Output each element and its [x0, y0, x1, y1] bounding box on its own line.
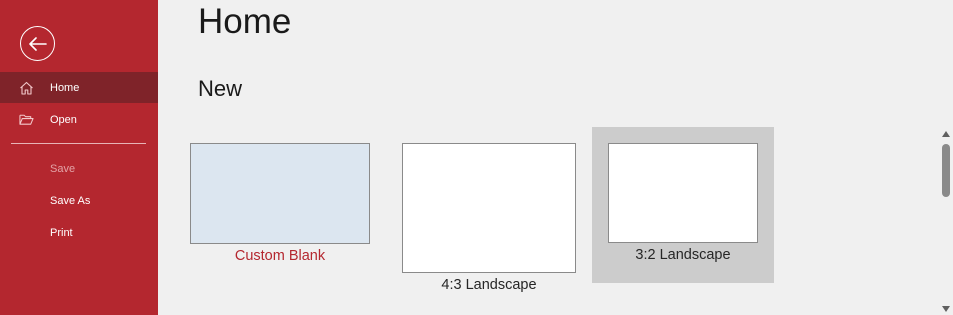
sidebar-item-print[interactable]: Print	[0, 217, 158, 248]
template-thumbnail	[190, 143, 370, 244]
scroll-down-arrow-icon[interactable]	[942, 306, 950, 312]
sidebar-item-save: Save	[0, 153, 158, 184]
folder-open-icon	[19, 112, 34, 127]
scrollbar-thumb[interactable]	[942, 144, 950, 197]
sidebar-divider	[11, 143, 146, 144]
sidebar-item-home[interactable]: Home	[0, 72, 158, 103]
sidebar-item-label: Open	[50, 113, 77, 126]
backstage-sidebar: Home Open Save Save As Print	[0, 0, 158, 315]
sidebar-item-open[interactable]: Open	[0, 104, 158, 135]
template-label: 3:2 Landscape	[635, 247, 731, 263]
sidebar-item-label: Save	[50, 162, 76, 175]
template-thumbnail	[608, 143, 758, 243]
template-thumbnail	[402, 143, 576, 273]
section-title-new: New	[198, 76, 243, 101]
sidebar-item-save-as[interactable]: Save As	[0, 185, 158, 216]
template-custom-blank[interactable]: Custom Blank	[190, 143, 370, 268]
sidebar-item-label: Home	[50, 81, 80, 94]
back-button[interactable]	[20, 26, 55, 61]
template-label: 4:3 Landscape	[441, 277, 537, 293]
sidebar-item-label: Print	[50, 226, 73, 239]
template-label: Custom Blank	[234, 248, 326, 264]
template-3-2-landscape[interactable]: 3:2 Landscape	[592, 127, 774, 283]
page-title: Home	[198, 2, 292, 41]
home-icon	[19, 80, 34, 95]
vertical-scrollbar[interactable]	[939, 127, 953, 315]
sidebar-item-label: Save As	[50, 194, 91, 207]
back-arrow-icon	[28, 36, 47, 51]
scroll-up-arrow-icon[interactable]	[942, 131, 950, 137]
main-content: Home New Custom Blank 4:3 Landscape 3:2 …	[158, 0, 953, 315]
template-4-3-landscape[interactable]: 4:3 Landscape	[402, 143, 576, 298]
